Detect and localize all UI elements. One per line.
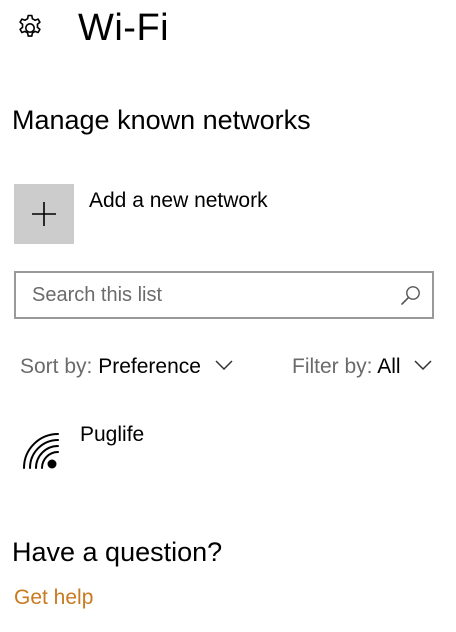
plus-icon <box>32 202 56 226</box>
search-icon[interactable] <box>400 284 422 306</box>
network-name: Puglife <box>80 423 145 446</box>
search-input[interactable] <box>16 273 386 317</box>
section-heading-manage-networks: Manage known networks <box>12 105 311 135</box>
add-network-label[interactable]: Add a new network <box>89 186 268 216</box>
wifi-icon <box>23 433 59 469</box>
search-box[interactable] <box>14 271 434 319</box>
help-heading: Have a question? <box>12 537 223 567</box>
get-help-link[interactable]: Get help <box>14 583 93 613</box>
chevron-down-icon[interactable] <box>215 360 233 371</box>
filter-label: Filter by: <box>292 355 373 378</box>
gear-icon <box>19 14 41 37</box>
list-item-network[interactable]: Puglife <box>14 420 434 480</box>
page-title: Wi-Fi <box>78 7 170 49</box>
filter-dropdown[interactable]: Filter by: All <box>292 352 432 382</box>
sort-dropdown[interactable]: Sort by: Preference <box>20 352 233 382</box>
add-network-tile[interactable] <box>14 184 74 244</box>
filter-value[interactable]: All <box>377 355 400 378</box>
chevron-down-icon[interactable] <box>414 360 432 371</box>
sort-label: Sort by: <box>20 355 93 378</box>
sort-value[interactable]: Preference <box>98 355 201 378</box>
add-network-button[interactable]: Add a new network <box>14 184 314 244</box>
